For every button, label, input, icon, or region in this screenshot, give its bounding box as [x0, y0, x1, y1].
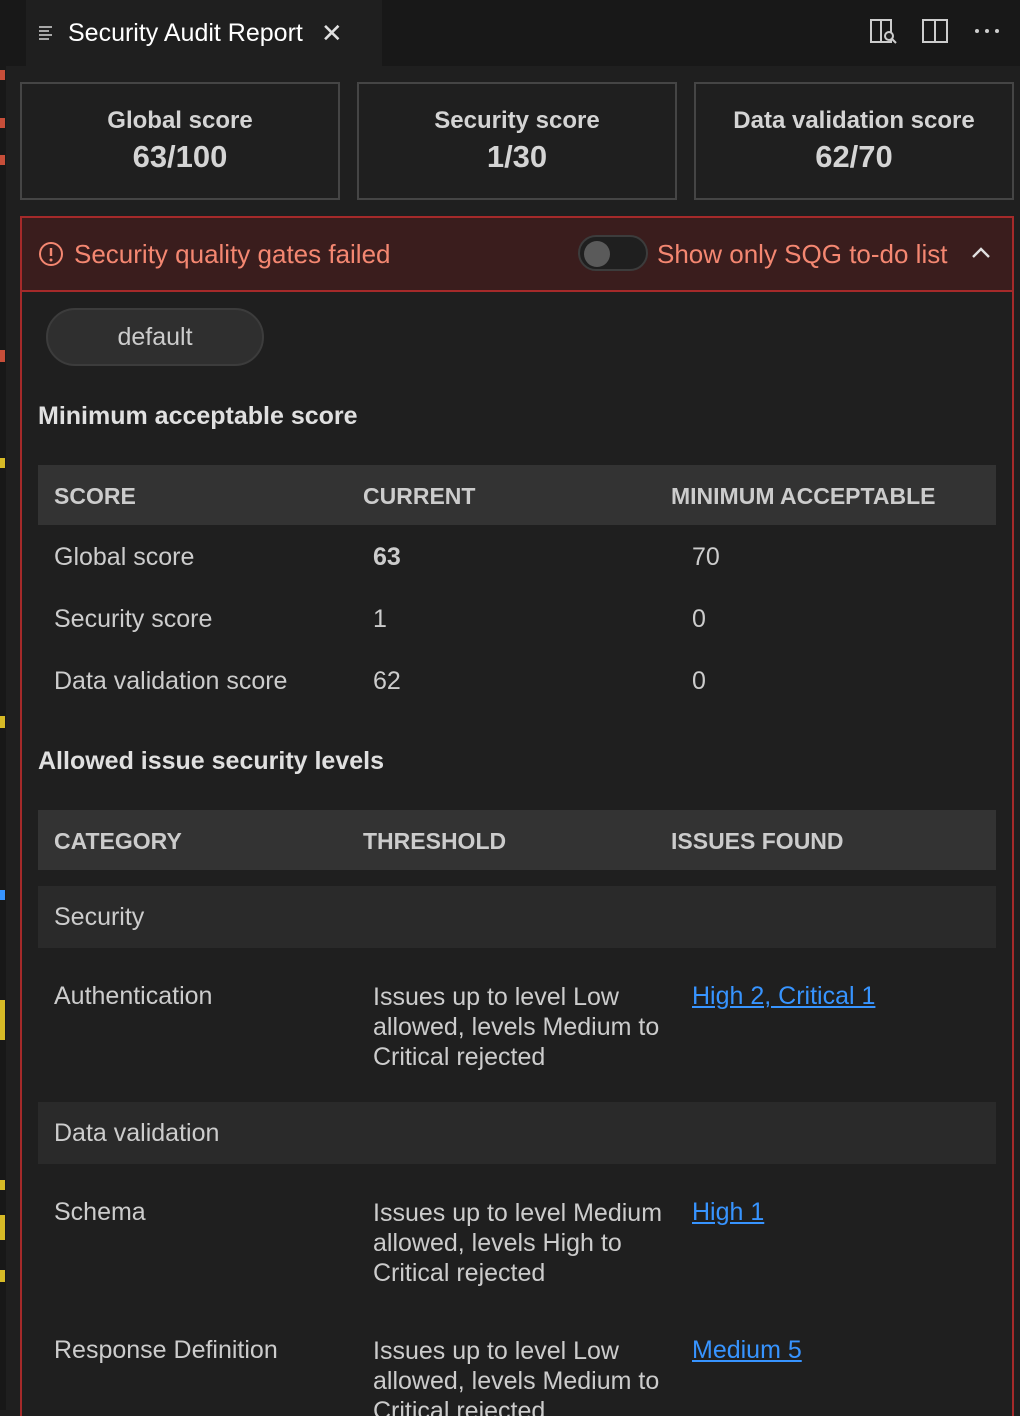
- score-value: 1/30: [486, 139, 548, 174]
- split-editor-icon[interactable]: [920, 14, 950, 48]
- score-label: Global score: [107, 107, 253, 134]
- issues-found-link[interactable]: Medium 5: [692, 1336, 802, 1365]
- score-name: Security score: [54, 605, 213, 633]
- score-minimum: 0: [692, 667, 706, 695]
- data-validation-score-card: Data validation score 62/70: [694, 82, 1014, 200]
- gutter-marker: [0, 350, 5, 362]
- levels-table-header: CATEGORY THRESHOLD ISSUES FOUND: [38, 810, 996, 870]
- gates-status-text: Security quality gates failed: [74, 238, 391, 269]
- group-row-data-validation: Data validation: [38, 1102, 996, 1164]
- group-row-security: Security: [38, 886, 996, 948]
- more-actions-icon[interactable]: [972, 14, 1002, 48]
- column-header-current: CURRENT: [363, 483, 476, 509]
- category-name: Response Definition: [54, 1336, 278, 1364]
- threshold-text: Issues up to level Medium allowed, level…: [373, 1199, 663, 1287]
- score-current: 62: [373, 667, 401, 695]
- editor-tab-bar: Security Audit Report ✕: [6, 0, 1020, 66]
- score-minimum: 0: [692, 605, 706, 633]
- gutter-marker: [0, 118, 5, 128]
- tab-title: Security Audit Report: [68, 18, 303, 47]
- profile-chip-default[interactable]: default: [46, 308, 264, 366]
- score-value: 63/100: [132, 139, 228, 174]
- score-label: Data validation score: [733, 107, 975, 134]
- score-minimum: 70: [692, 543, 720, 571]
- quality-gates-panel: Security quality gates failed Show only …: [20, 216, 1014, 1416]
- levels-title: Allowed issue security levels: [38, 747, 384, 775]
- gutter-marker: [0, 1000, 5, 1040]
- editor-gutter: [0, 0, 6, 1410]
- table-row: Response Definition Issues up to level L…: [38, 1336, 996, 1416]
- min-score-table-header: SCORE CURRENT MINIMUM ACCEPTABLE: [38, 465, 996, 525]
- category-name: Schema: [54, 1198, 146, 1226]
- score-summary: Global score 63/100 Security score 1/30 …: [20, 82, 1014, 200]
- score-current: 1: [373, 605, 387, 633]
- group-name: Security: [54, 903, 145, 931]
- column-header-minimum: MINIMUM ACCEPTABLE: [671, 483, 936, 509]
- issues-found-link[interactable]: High 1: [692, 1198, 764, 1227]
- gutter-marker: [0, 1215, 5, 1240]
- column-header-score: SCORE: [54, 483, 136, 509]
- sqg-todo-toggle[interactable]: [578, 235, 648, 271]
- gutter-marker: [0, 70, 5, 80]
- column-header-category: CATEGORY: [54, 828, 182, 854]
- gutter-marker: [0, 458, 5, 468]
- min-score-title: Minimum acceptable score: [38, 402, 358, 430]
- table-row: Schema Issues up to level Medium allowed…: [38, 1198, 996, 1308]
- column-header-issues-found: ISSUES FOUND: [671, 828, 844, 854]
- alert-circle-icon: [39, 242, 63, 266]
- threshold-text: Issues up to level Low allowed, levels M…: [373, 1337, 660, 1416]
- gutter-marker: [0, 1270, 5, 1282]
- gutter-marker: [0, 890, 5, 900]
- threshold-text: Issues up to level Low allowed, levels M…: [373, 983, 660, 1071]
- score-name: Data validation score: [54, 667, 288, 695]
- column-header-threshold: THRESHOLD: [363, 828, 507, 854]
- close-icon[interactable]: ✕: [321, 20, 343, 46]
- score-label: Security score: [434, 107, 600, 134]
- chevron-up-icon[interactable]: [970, 242, 992, 264]
- table-row: Authentication Issues up to level Low al…: [38, 982, 996, 1092]
- group-name: Data validation: [54, 1119, 220, 1147]
- sqg-todo-label: Show only SQG to-do list: [657, 239, 948, 269]
- gutter-marker: [0, 155, 5, 165]
- score-name: Global score: [54, 543, 195, 571]
- issues-found-link[interactable]: High 2, Critical 1: [692, 982, 875, 1011]
- open-preview-source-icon[interactable]: [868, 14, 898, 48]
- toggle-knob: [584, 241, 610, 267]
- score-current: 63: [373, 543, 401, 571]
- gutter-marker: [0, 716, 5, 728]
- category-name: Authentication: [54, 982, 213, 1010]
- global-score-card: Global score 63/100: [20, 82, 340, 200]
- score-value: 62/70: [815, 139, 893, 174]
- editor-actions: [868, 14, 1002, 48]
- preview-lines-icon: [39, 26, 52, 40]
- security-score-card: Security score 1/30: [357, 82, 677, 200]
- gutter-marker: [0, 1180, 5, 1190]
- quality-gates-header[interactable]: Security quality gates failed Show only …: [22, 218, 1012, 292]
- tab-security-audit-report[interactable]: Security Audit Report ✕: [26, 0, 382, 66]
